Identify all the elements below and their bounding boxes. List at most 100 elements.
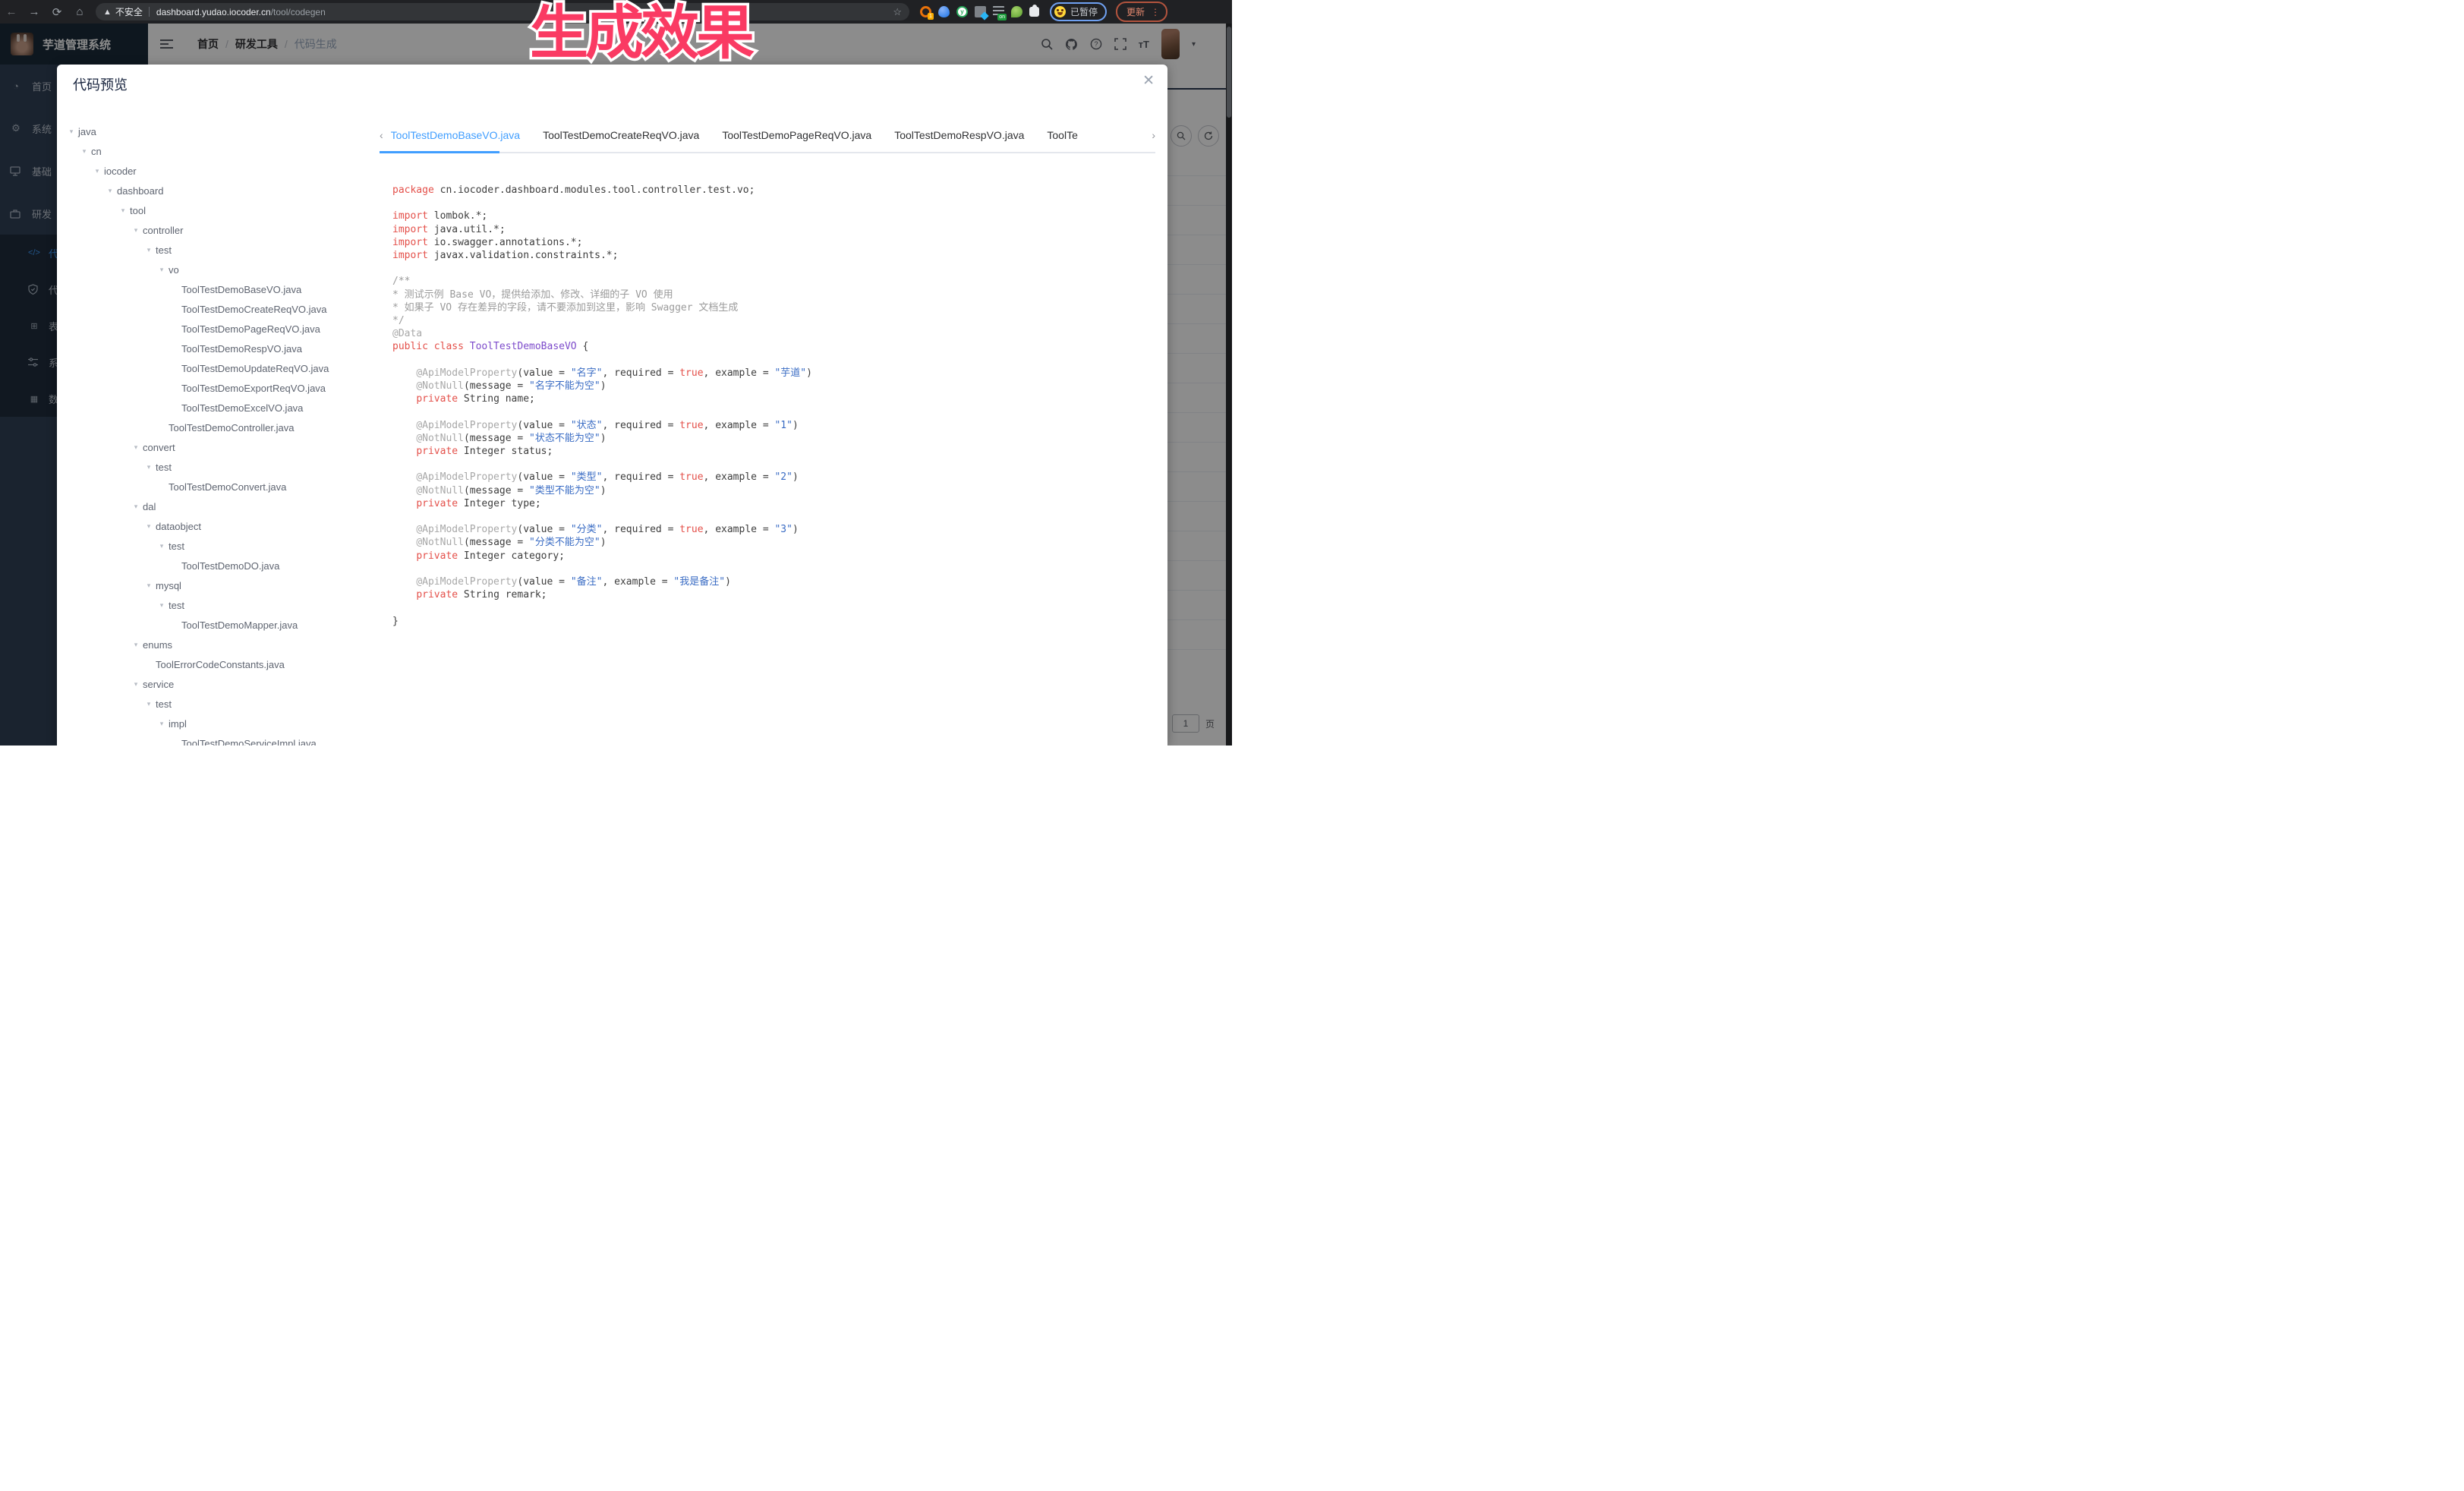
code-line: private Integer status; [392,445,1152,458]
tree-node[interactable]: ▾iocoder [63,161,374,181]
caret-down-icon[interactable]: ▾ [145,700,153,708]
caret-down-icon[interactable]: ▾ [158,601,165,610]
tab-scroll-right-icon[interactable]: › [1152,129,1155,141]
caret-down-icon[interactable]: ▾ [158,542,165,550]
scrollbar-thumb[interactable] [1227,27,1231,118]
caret-down-icon[interactable]: ▾ [132,680,140,689]
tree-node[interactable]: ▾dataobject [63,516,374,536]
code-line: * 测试示例 Base VO，提供给添加、修改、详细的子 VO 使用 [392,288,1152,301]
paused-status-pill[interactable]: 已暂停 [1050,2,1107,21]
code-line: private String remark; [392,588,1152,601]
caret-down-icon[interactable]: ▾ [158,720,165,728]
caret-down-icon[interactable]: ▾ [145,246,153,254]
tree-node[interactable]: ▾enums [63,635,374,654]
code-line: @ApiModelProperty(value = "分类", required… [392,523,1152,536]
code-line: import io.swagger.annotations.*; [392,236,1152,249]
update-button[interactable]: 更新 ⋮ [1116,2,1167,22]
screen: { "browser": { "security_label": "不安全", … [0,0,1232,746]
caret-down-icon[interactable]: ▾ [119,206,127,215]
caret-down-icon[interactable]: ▾ [145,582,153,590]
caret-down-icon[interactable]: ▾ [132,443,140,452]
caret-down-icon[interactable]: ▾ [132,226,140,235]
bookmark-star-icon[interactable]: ☆ [893,6,902,18]
tree-node[interactable]: ▾test [63,595,374,615]
close-icon[interactable]: ✕ [1142,72,1155,90]
tree-node[interactable]: ▾ToolTestDemoExcelVO.java [63,398,374,418]
tree-node[interactable]: ▾controller [63,220,374,240]
code-line: @ApiModelProperty(value = "名字", required… [392,367,1152,380]
tree-node[interactable]: ▾tool [63,200,374,220]
tree-node[interactable]: ▾test [63,536,374,556]
dialog-title: 代码预览 [73,74,128,94]
reload-icon[interactable]: ⟳ [46,5,68,19]
tree-node-label: vo [169,264,179,276]
tree-node[interactable]: ▾test [63,694,374,714]
code-line: @ApiModelProperty(value = "备注", example … [392,575,1152,588]
tree-node[interactable]: ▾test [63,457,374,477]
caret-down-icon[interactable]: ▾ [145,463,153,471]
extension-diamond-icon[interactable] [975,6,986,17]
caret-down-icon[interactable]: ▾ [132,503,140,511]
tree-node-label: ToolTestDemoBaseVO.java [181,284,301,295]
tree-node-label: controller [143,225,183,236]
tree-node-label: ToolTestDemoMapper.java [181,619,298,631]
tree-node[interactable]: ▾ToolTestDemoMapper.java [63,615,374,635]
file-tab[interactable]: ToolTestDemoBaseVO.java [391,129,520,141]
tree-node[interactable]: ▾ vo [63,260,374,279]
file-tab[interactable]: ToolTestDemoRespVO.java [894,129,1024,141]
tree-node[interactable]: ▾impl [63,714,374,733]
tree-node[interactable]: ▾ToolErrorCodeConstants.java [63,654,374,674]
extension-drop-icon[interactable] [938,6,950,17]
extensions-puzzle-icon[interactable] [1029,7,1039,17]
tree-node[interactable]: ▾ToolTestDemoPageReqVO.java [63,319,374,339]
file-tab[interactable]: ToolTestDemoCreateReqVO.java [543,129,699,141]
extension-green-icon[interactable]: y [956,6,968,17]
browser-scrollbar[interactable] [1226,24,1232,746]
file-tab[interactable]: ToolTestDemoPageReqVO.java [722,129,871,141]
tree-node[interactable]: ▾dashboard [63,181,374,200]
security-label[interactable]: 不安全 [115,5,143,18]
tree-node-label: ToolTestDemoCreateReqVO.java [181,304,326,315]
code-line: @ApiModelProperty(value = "状态", required… [392,419,1152,432]
caret-down-icon[interactable]: ▾ [93,167,101,175]
extension-plant-icon[interactable] [1011,6,1022,17]
browser-menu-icon[interactable]: ⋮ [1151,8,1160,16]
caret-down-icon[interactable]: ▾ [106,187,114,195]
tree-node-label: iocoder [104,165,137,177]
caret-down-icon[interactable]: ▾ [145,522,153,531]
extension-on-icon[interactable]: on [993,6,1004,17]
tree-node[interactable]: ▾ToolTestDemoRespVO.java [63,339,374,358]
tree-node-label: dataobject [156,521,201,532]
tree-node[interactable]: ▾service [63,674,374,694]
tree-node[interactable]: ▾ToolTestDemoExportReqVO.java [63,378,374,398]
tab-scroll-left-icon[interactable]: ‹ [380,129,383,141]
tree-node-label: dal [143,501,156,512]
caret-down-icon[interactable]: ▾ [158,266,165,274]
tree-node[interactable]: ▾mysql [63,575,374,595]
tree-node[interactable]: ▾convert [63,437,374,457]
forward-icon[interactable]: → [23,5,46,18]
code-line: public class ToolTestDemoBaseVO { [392,340,1152,353]
tree-node[interactable]: ▾ToolTestDemoUpdateReqVO.java [63,358,374,378]
tree-node[interactable]: ▾ToolTestDemoBaseVO.java [63,279,374,299]
tree-node[interactable]: ▾java [63,121,374,141]
tree-node[interactable]: ▾ToolTestDemoController.java [63,418,374,437]
tree-node[interactable]: ▾ToolTestDemoServiceImpl.java [63,733,374,746]
back-icon[interactable]: ← [0,5,23,18]
tree-node-label: enums [143,639,172,651]
caret-down-icon[interactable]: ▾ [80,147,88,156]
caret-down-icon[interactable]: ▾ [132,641,140,649]
tree-node[interactable]: ▾ToolTestDemoDO.java [63,556,374,575]
tree-node[interactable]: ▾ToolTestDemoCreateReqVO.java [63,299,374,319]
tree-node[interactable]: ▾dal [63,496,374,516]
extension-orange-icon[interactable]: 1 [920,6,931,17]
tree-node[interactable]: ▾cn [63,141,374,161]
file-tab[interactable]: ToolTe [1047,129,1077,141]
tree-node[interactable]: ▾test [63,240,374,260]
tree-node[interactable]: ▾ToolTestDemoConvert.java [63,477,374,496]
caret-down-icon[interactable]: ▾ [68,128,75,136]
home-icon[interactable]: ⌂ [68,5,91,18]
address-bar[interactable]: ▲ 不安全 dashboard.yudao.iocoder.cn /tool/c… [96,3,909,20]
code-preview-dialog: 代码预览 ✕ ▾java▾cn▾iocoder▾dashboard▾tool▾c… [57,65,1167,746]
url-host: dashboard.yudao.iocoder.cn [156,7,271,17]
